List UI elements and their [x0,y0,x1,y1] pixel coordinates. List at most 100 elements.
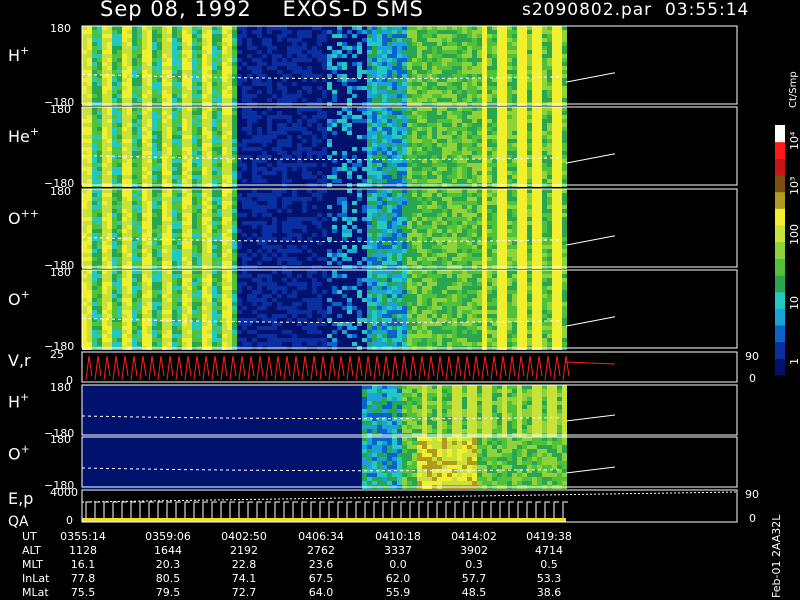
heatmap-cell [297,111,302,115]
heatmap-cell [127,171,132,175]
heatmap-cell [277,90,282,94]
heatmap-cell [227,225,232,229]
heatmap-cell [257,135,262,139]
heatmap-cell [477,26,482,30]
heatmap-cell [247,257,252,261]
heatmap-cell [212,111,217,115]
heatmap-cell [512,147,517,151]
heatmap-cell [522,111,527,115]
heatmap-cell [537,115,542,119]
heatmap-cell [192,241,197,245]
heatmap-cell [117,155,122,159]
heatmap-cell [232,253,237,257]
heatmap-cell [497,94,502,98]
panel-label: H+ [8,44,29,65]
heatmap-cell [467,167,472,171]
heatmap-cell [272,54,277,58]
heatmap-cell [392,70,397,74]
heatmap-cell [472,131,477,135]
heatmap-cell [122,209,127,213]
heatmap-cell [277,74,282,78]
heatmap-cell [122,167,127,171]
heatmap-cell [232,26,237,30]
heatmap-cell [417,86,422,90]
heatmap-cell [177,123,182,127]
heatmap-cell [292,98,297,102]
heatmap-cell [92,233,97,237]
heatmap-cell [162,249,167,253]
heatmap-cell [352,171,357,175]
heatmap-cell [222,30,227,34]
heatmap-cell [277,107,282,111]
heatmap-cell [142,50,147,54]
heatmap-cell [467,147,472,151]
heatmap-cell [457,163,462,167]
heatmap-cell [562,171,567,175]
heatmap-cell [437,143,442,147]
heatmap-cell [372,86,377,90]
heatmap-cell [292,143,297,147]
heatmap-cell [547,119,552,123]
heatmap-cell [262,26,267,30]
heatmap-cell [507,90,512,94]
heatmap-cell [197,94,202,98]
heatmap-cell [302,111,307,115]
heatmap-cell [222,94,227,98]
heatmap-cell [282,139,287,143]
heatmap-cell [482,139,487,143]
heatmap-cell [187,233,192,237]
heatmap-cell [332,253,337,257]
heatmap-cell [522,163,527,167]
heatmap-cell [267,193,272,197]
heatmap-cell [382,127,387,131]
heatmap-cell [267,159,272,163]
heatmap-cell [477,171,482,175]
heatmap-cell [502,115,507,119]
heatmap-cell [127,213,132,217]
heatmap-cell [242,30,247,34]
heatmap-cell [197,135,202,139]
heatmap-cell [397,38,402,42]
heatmap-cell [482,147,487,151]
heatmap-cell [112,58,117,62]
heatmap-cell [482,42,487,46]
heatmap-cell [447,147,452,151]
heatmap-cell [302,155,307,159]
heatmap-cell [177,249,182,253]
heatmap-cell [557,155,562,159]
heatmap-cell [132,167,137,171]
heatmap-cell [272,213,277,217]
heatmap-cell [217,167,222,171]
heatmap-cell [257,197,262,201]
heatmap-cell [217,253,222,257]
heatmap-cell [452,54,457,58]
heatmap-cell [212,205,217,209]
heatmap-cell [482,159,487,163]
heatmap-cell [337,179,342,183]
heatmap-cell [162,86,167,90]
heatmap-cell [82,46,87,50]
heatmap-cell [207,229,212,233]
heatmap-cell [187,78,192,82]
heatmap-cell [102,54,107,58]
heatmap-cell [522,94,527,98]
heatmap-cell [537,34,542,38]
heatmap-cell [192,147,197,151]
heatmap-cell [332,245,337,249]
heatmap-cell [182,111,187,115]
heatmap-cell [232,90,237,94]
heatmap-cell [347,249,352,253]
heatmap-cell [372,54,377,58]
heatmap-cell [467,139,472,143]
heatmap-cell [127,249,132,253]
heatmap-cell [282,245,287,249]
heatmap-cell [132,213,137,217]
heatmap-cell [222,253,227,257]
heatmap-cell [92,94,97,98]
heatmap-cell [357,42,362,46]
heatmap-cell [287,175,292,179]
heatmap-cell [547,70,552,74]
heatmap-cell [207,189,212,193]
heatmap-cell [282,163,287,167]
heatmap-cell [117,74,122,78]
